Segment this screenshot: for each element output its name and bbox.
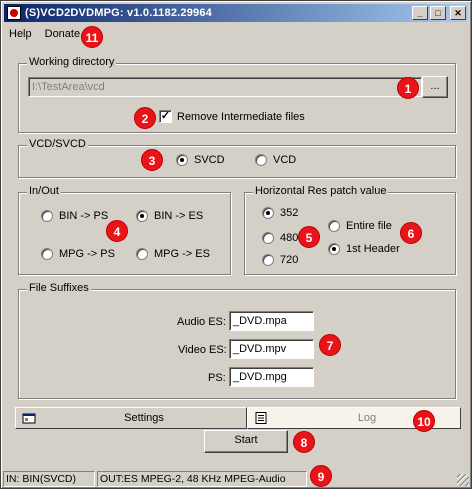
log-icon [254, 412, 268, 424]
radio-res-352[interactable]: 352 [262, 207, 298, 219]
checkbox-check-icon: ✓ [159, 110, 172, 123]
radio-entire-file[interactable]: Entire file [328, 220, 392, 232]
radio-bin-es[interactable]: BIN -> ES [136, 210, 203, 222]
in-out-legend: In/Out [27, 185, 61, 197]
radio-1st-header[interactable]: 1st Header [328, 243, 400, 255]
callout-badge-2: 2 [134, 107, 156, 129]
radio-bin-ps[interactable]: BIN -> PS [41, 210, 108, 222]
tab-settings-label: Settings [124, 412, 164, 424]
horizontal-res-legend: Horizontal Res patch value [253, 185, 389, 197]
radio-1st-header-indicator [328, 243, 340, 255]
callout-badge-6: 6 [400, 222, 422, 244]
menu-donate[interactable]: Donate [40, 26, 85, 42]
remove-intermediate-label: Remove Intermediate files [177, 110, 305, 123]
radio-res-480-label: 480 [280, 232, 299, 244]
radio-entire-file-indicator [328, 220, 340, 232]
resize-grip[interactable] [457, 474, 469, 486]
tab-bar: Settings Log [15, 407, 461, 429]
title-bar[interactable]: (S)VCD2DVDMPG: v1.0.1182.29964 _ □ ✕ [4, 4, 468, 22]
audio-es-input[interactable]: _DVD.mpa [229, 311, 314, 331]
start-button[interactable]: Start [204, 430, 288, 453]
radio-vcd-indicator [255, 154, 267, 166]
menu-bar: Help Donate [4, 24, 468, 44]
radio-entire-file-label: Entire file [346, 220, 392, 232]
radio-bin-ps-label: BIN -> PS [59, 210, 109, 222]
radio-vcd[interactable]: VCD [255, 154, 296, 166]
callout-badge-8: 8 [293, 431, 315, 453]
radio-mpg-ps-indicator [41, 248, 53, 260]
video-es-label: Video ES: [178, 344, 227, 356]
radio-svcd-label: SVCD [194, 154, 225, 166]
callout-badge-5: 5 [298, 226, 320, 248]
working-directory-input[interactable]: I:\TestArea\vcd [28, 77, 422, 97]
radio-1st-header-label: 1st Header [346, 243, 400, 255]
radio-mpg-es-indicator [136, 248, 148, 260]
callout-badge-9: 9 [310, 465, 332, 487]
vcd-svcd-legend: VCD/SVCD [27, 138, 88, 150]
callout-badge-4: 4 [106, 220, 128, 242]
menu-help[interactable]: Help [4, 26, 37, 42]
radio-bin-ps-indicator [41, 210, 53, 222]
maximize-button[interactable]: □ [430, 6, 446, 20]
radio-res-720-indicator [262, 254, 274, 266]
tab-settings[interactable]: Settings [15, 407, 247, 429]
window-title: (S)VCD2DVDMPG: v1.0.1182.29964 [25, 7, 212, 19]
close-button[interactable]: ✕ [450, 6, 466, 20]
radio-svcd-indicator [176, 154, 188, 166]
video-es-input[interactable]: _DVD.mpv [229, 339, 314, 359]
app-icon [7, 6, 21, 20]
ps-input[interactable]: _DVD.mpg [229, 367, 314, 387]
radio-bin-es-indicator [136, 210, 148, 222]
callout-badge-3: 3 [141, 149, 163, 171]
minimize-button[interactable]: _ [412, 6, 428, 20]
radio-res-352-indicator [262, 207, 274, 219]
radio-svcd[interactable]: SVCD [176, 154, 225, 166]
radio-mpg-ps-label: MPG -> PS [59, 248, 115, 260]
callout-badge-11: 11 [81, 26, 103, 48]
radio-vcd-label: VCD [273, 154, 297, 166]
callout-badge-10: 10 [413, 410, 435, 432]
radio-res-720[interactable]: 720 [262, 254, 298, 266]
remove-intermediate-checkbox[interactable]: ✓ Remove Intermediate files [159, 110, 305, 123]
status-out: OUT:ES MPEG-2, 48 KHz MPEG-Audio [97, 471, 307, 487]
browse-button[interactable]: ... [422, 76, 448, 98]
radio-res-352-label: 352 [280, 207, 299, 219]
status-bar: IN: BIN(SVCD) OUT:ES MPEG-2, 48 KHz MPEG… [3, 471, 309, 487]
radio-bin-es-label: BIN -> ES [154, 210, 204, 222]
radio-res-720-label: 720 [280, 254, 299, 266]
audio-es-label: Audio ES: [177, 316, 226, 328]
vcd-svcd-group: VCD/SVCD [18, 138, 456, 178]
radio-mpg-es-label: MPG -> ES [154, 248, 210, 260]
working-directory-legend: Working directory [27, 56, 117, 68]
radio-mpg-ps[interactable]: MPG -> PS [41, 248, 115, 260]
ps-label: PS: [208, 372, 226, 384]
radio-res-480[interactable]: 480 [262, 232, 298, 244]
radio-res-480-indicator [262, 232, 274, 244]
callout-badge-7: 7 [319, 334, 341, 356]
main-window: (S)VCD2DVDMPG: v1.0.1182.29964 _ □ ✕ Hel… [0, 0, 472, 489]
file-suffixes-legend: File Suffixes [27, 282, 91, 294]
status-in: IN: BIN(SVCD) [3, 471, 95, 487]
callout-badge-1: 1 [397, 77, 419, 99]
settings-icon [22, 412, 36, 424]
radio-mpg-es[interactable]: MPG -> ES [136, 248, 210, 260]
